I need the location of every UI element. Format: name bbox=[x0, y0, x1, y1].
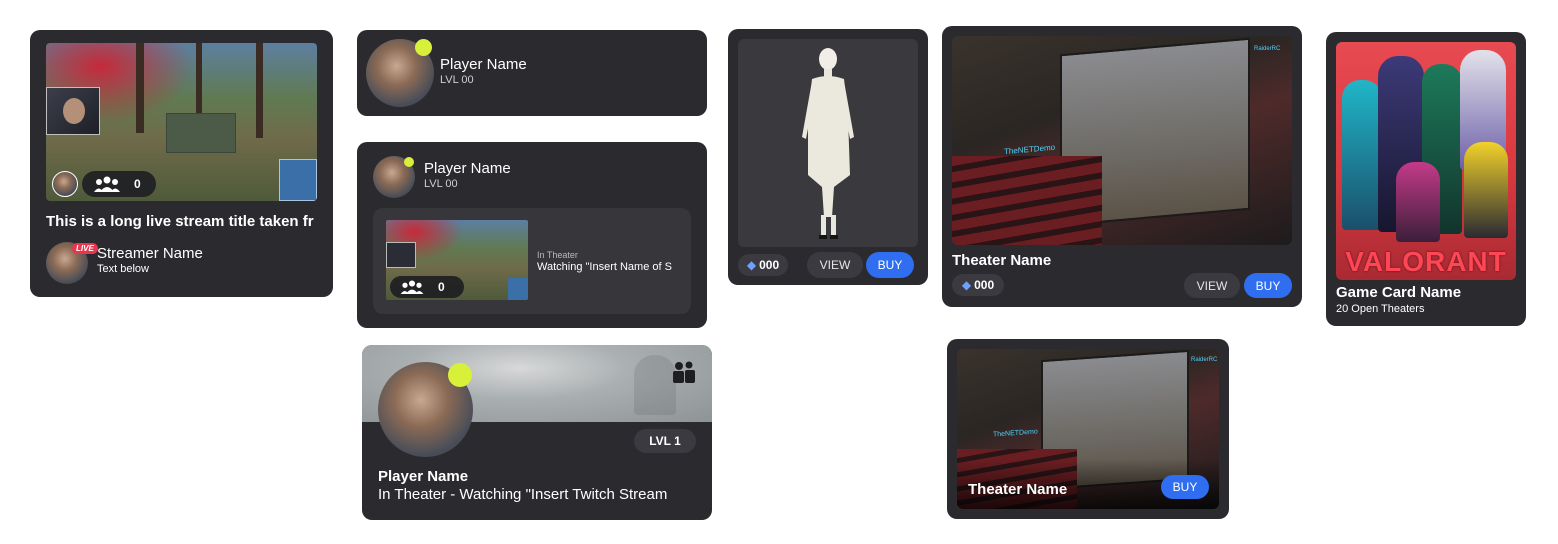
streamer-name: Streamer Name bbox=[97, 245, 203, 262]
viewer-count: 0 bbox=[438, 280, 445, 294]
viewer-count: 0 bbox=[134, 177, 141, 191]
webcam-overlay bbox=[46, 87, 100, 135]
agent-figure-5 bbox=[1464, 142, 1508, 238]
online-status-dot bbox=[404, 157, 414, 167]
player-level: LVL 00 bbox=[424, 178, 458, 190]
player-level: LVL 1 bbox=[649, 434, 681, 448]
player-profile-card[interactable]: LVL 1 Player Name In Theater - Watching … bbox=[362, 345, 712, 520]
theater-card-small[interactable]: TheNETDemo RaiderRC Theater Name BUY bbox=[947, 339, 1229, 519]
price: 000 bbox=[974, 278, 995, 292]
trees-decoration-2 bbox=[196, 43, 202, 123]
watching-text: Watching "Insert Name of S bbox=[537, 261, 672, 273]
stream-title: This is a long live stream title taken f… bbox=[46, 213, 314, 230]
outfit-store-card[interactable]: ◆ 000 VIEW BUY bbox=[728, 29, 928, 285]
player-name: Player Name bbox=[440, 56, 527, 73]
price-pill: ◆ 000 bbox=[952, 274, 1004, 296]
screen-overlay-text: TheNETDemo bbox=[1004, 142, 1056, 157]
seat-rows bbox=[952, 156, 1102, 245]
game-subtitle: 20 Open Theaters bbox=[1336, 303, 1425, 315]
price: 000 bbox=[759, 258, 780, 272]
chat-text: RaiderRC bbox=[1254, 46, 1281, 52]
level-badge: LVL 1 bbox=[634, 429, 696, 453]
theater-title: Theater Name bbox=[968, 481, 1068, 498]
theater-preview[interactable]: TheNETDemo RaiderRC bbox=[952, 36, 1292, 245]
player-status: In Theater - Watching "Insert Twitch Str… bbox=[378, 486, 668, 503]
live-stream-card[interactable]: 0 This is a long live stream title taken… bbox=[30, 30, 333, 297]
agent-figure-6 bbox=[1396, 162, 1440, 242]
online-status-dot bbox=[448, 363, 472, 387]
supply-crate bbox=[166, 113, 236, 153]
gem-icon: ◆ bbox=[961, 278, 972, 292]
banner-silhouette bbox=[634, 355, 676, 415]
group-icon bbox=[400, 280, 424, 294]
player-name: Player Name bbox=[424, 160, 511, 177]
player-name: Player Name bbox=[378, 468, 469, 485]
streamer-subtext: Text below bbox=[97, 263, 149, 275]
trees-decoration-3 bbox=[256, 43, 263, 138]
mannequin-figure bbox=[802, 48, 854, 239]
player-level: LVL 00 bbox=[440, 74, 474, 86]
buy-button[interactable]: BUY bbox=[866, 252, 914, 278]
stream-thumbnail[interactable]: 0 bbox=[46, 43, 317, 201]
stream-thumbnail-avatar bbox=[52, 171, 78, 197]
gem-icon: ◆ bbox=[746, 258, 757, 272]
friends-icon[interactable] bbox=[672, 361, 696, 383]
game-card[interactable]: VALORANT Game Card Name 20 Open Theaters bbox=[1326, 32, 1526, 326]
agent-figure-1 bbox=[1342, 80, 1382, 230]
webcam-overlay bbox=[386, 242, 416, 268]
viewer-count-pill: 0 bbox=[82, 171, 156, 197]
view-button[interactable]: VIEW bbox=[807, 252, 863, 278]
theater-title: Theater Name bbox=[952, 252, 1052, 269]
trees-decoration bbox=[136, 43, 144, 133]
chat-text: RaiderRC bbox=[1191, 357, 1218, 363]
view-button[interactable]: VIEW bbox=[1184, 273, 1240, 298]
group-icon bbox=[94, 176, 120, 192]
valorant-logo: VALORANT bbox=[1345, 246, 1507, 277]
buy-button[interactable]: BUY bbox=[1161, 475, 1209, 499]
online-status-dot bbox=[415, 39, 432, 56]
screen-overlay-text: TheNETDemo bbox=[993, 428, 1038, 439]
status-label: In Theater bbox=[537, 250, 578, 260]
minimap bbox=[279, 159, 317, 201]
player-card-theater[interactable]: Player Name LVL 00 0 In Theater Watching… bbox=[357, 142, 707, 328]
theater-activity-panel[interactable]: 0 In Theater Watching "Insert Name of S bbox=[373, 208, 691, 314]
player-card-small[interactable]: Player Name LVL 00 bbox=[357, 30, 707, 116]
live-badge: LIVE bbox=[72, 243, 98, 254]
game-name: Game Card Name bbox=[1336, 284, 1462, 301]
theater-thumbnail[interactable]: 0 bbox=[386, 220, 528, 300]
theater-card-large[interactable]: TheNETDemo RaiderRC Theater Name ◆ 000 V… bbox=[942, 26, 1302, 307]
price-pill: ◆ 000 bbox=[738, 254, 788, 276]
game-cover-art[interactable]: VALORANT bbox=[1336, 42, 1516, 280]
buy-button[interactable]: BUY bbox=[1244, 273, 1292, 298]
outfit-preview[interactable] bbox=[738, 39, 918, 247]
minimap bbox=[508, 278, 528, 300]
viewer-count-pill: 0 bbox=[390, 276, 464, 298]
